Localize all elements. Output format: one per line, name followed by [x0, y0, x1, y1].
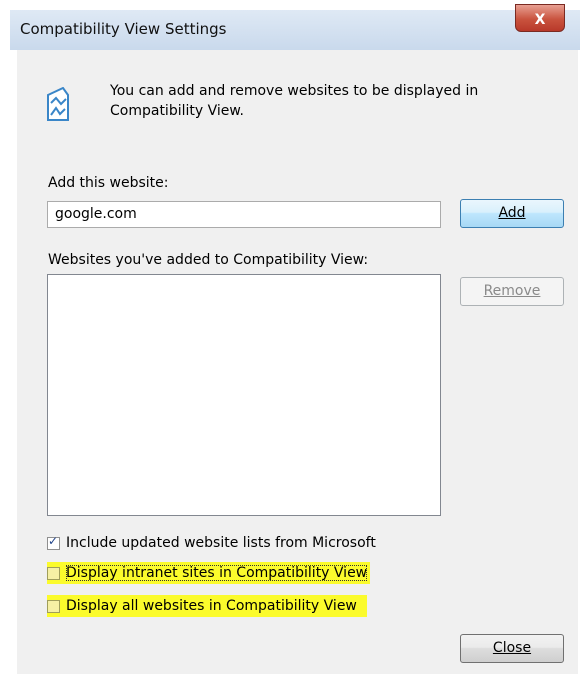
added-websites-list[interactable] — [47, 274, 441, 516]
dialog-body: You can add and remove websites to be di… — [17, 50, 578, 674]
remove-button[interactable]: Remove — [460, 277, 564, 306]
remove-button-label: Remove — [483, 283, 541, 299]
website-input[interactable]: google.com — [47, 201, 441, 228]
added-websites-label: Websites you've added to Compatibility V… — [48, 252, 369, 268]
option-display-intranet-sites[interactable]: Display intranet sites in Compatibility … — [47, 562, 371, 584]
info-text: You can add and remove websites to be di… — [110, 83, 479, 119]
option-display-all-websites[interactable]: Display all websites in Compatibility Vi… — [47, 595, 367, 617]
add-button[interactable]: Add — [460, 199, 564, 228]
window-close-button[interactable]: X — [515, 4, 565, 32]
include-updated-lists-checkbox[interactable] — [47, 534, 60, 550]
website-input-value: google.com — [55, 206, 137, 222]
display-all-websites-label: Display all websites in Compatibility Vi… — [66, 598, 357, 614]
add-website-label: Add this website: — [48, 175, 169, 191]
window-title: Compatibility View Settings — [20, 20, 227, 38]
display-all-websites-checkbox[interactable] — [47, 599, 60, 613]
include-updated-lists-label: Include updated website lists from Micro… — [66, 535, 376, 551]
close-button-label: Close — [492, 640, 532, 656]
compatibility-view-icon — [47, 87, 69, 121]
display-intranet-checkbox[interactable] — [47, 566, 60, 580]
add-button-label: Add — [498, 205, 526, 221]
dialog-window: Compatibility View Settings X You can ad… — [10, 4, 580, 674]
option-include-updated-lists[interactable]: Include updated website lists from Micro… — [47, 532, 376, 554]
close-button[interactable]: Close — [460, 634, 564, 663]
title-bar[interactable]: Compatibility View Settings X — [10, 4, 580, 50]
display-intranet-label: Display intranet sites in Compatibility … — [66, 565, 368, 581]
